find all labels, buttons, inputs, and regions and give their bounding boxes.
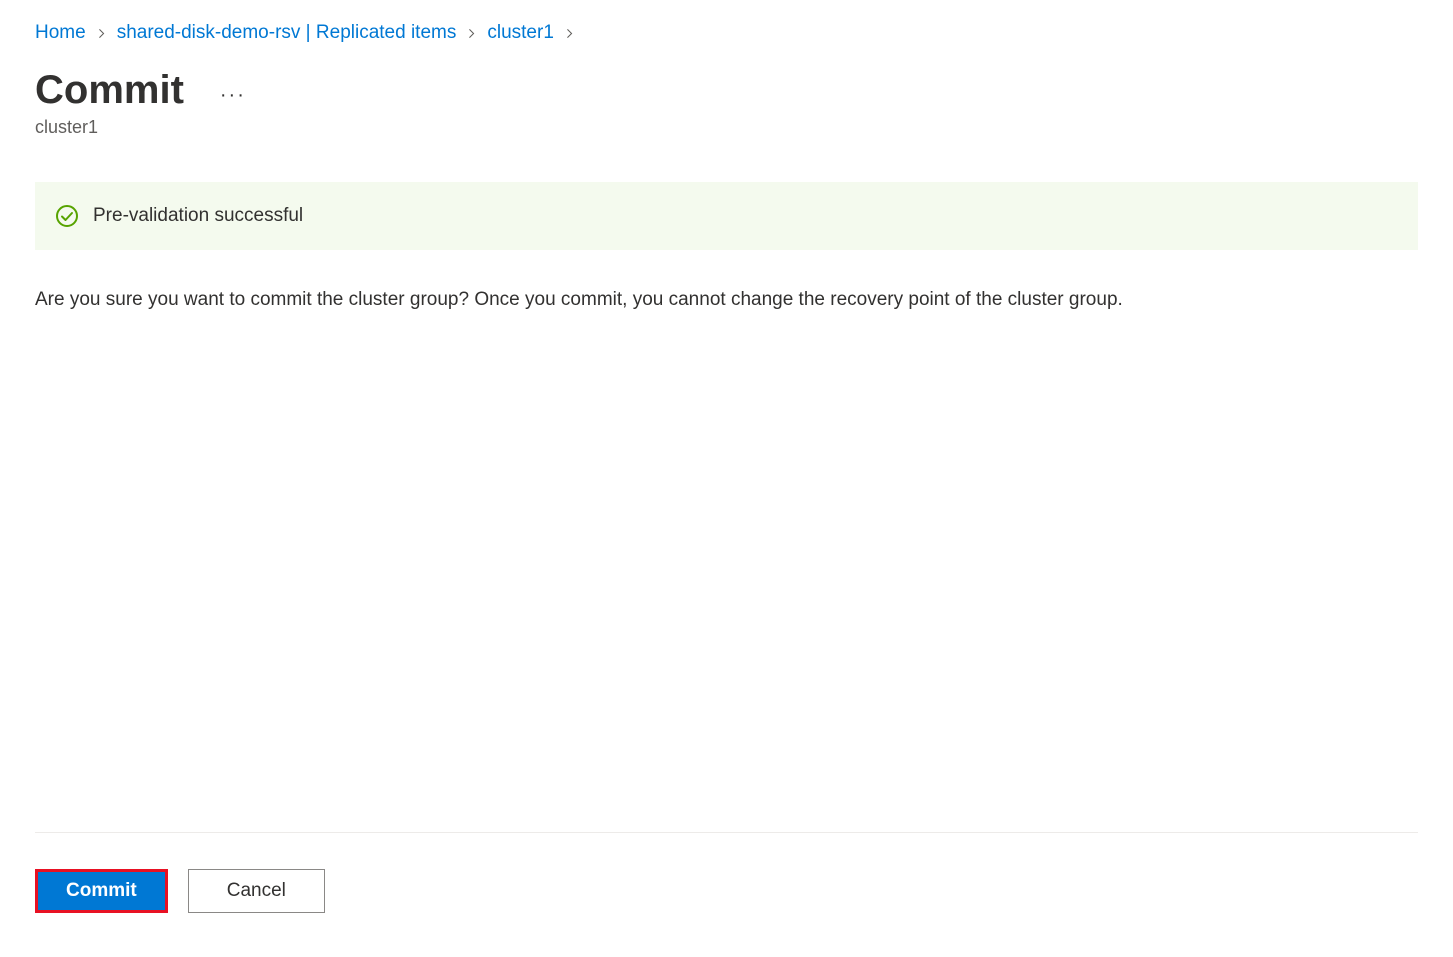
breadcrumb: Home shared-disk-demo-rsv | Replicated i… xyxy=(35,22,1418,44)
chevron-right-icon xyxy=(564,28,575,39)
confirmation-text: Are you sure you want to commit the clus… xyxy=(35,286,1418,315)
page-title: Commit xyxy=(35,68,184,113)
status-banner: Pre-validation successful xyxy=(35,182,1418,250)
breadcrumb-vault[interactable]: shared-disk-demo-rsv | Replicated items xyxy=(117,22,457,44)
breadcrumb-cluster[interactable]: cluster1 xyxy=(487,22,554,44)
page-title-row: Commit ··· xyxy=(35,68,1418,113)
footer: Commit Cancel xyxy=(35,832,1418,913)
breadcrumb-home[interactable]: Home xyxy=(35,22,86,44)
more-options-button[interactable]: ··· xyxy=(220,74,246,107)
commit-button[interactable]: Commit xyxy=(35,869,168,913)
button-row: Commit Cancel xyxy=(35,869,1418,913)
chevron-right-icon xyxy=(466,28,477,39)
check-circle-icon xyxy=(55,204,79,228)
footer-divider xyxy=(35,832,1418,833)
cancel-button[interactable]: Cancel xyxy=(188,869,325,913)
chevron-right-icon xyxy=(96,28,107,39)
page-subtitle: cluster1 xyxy=(35,117,1418,138)
status-message: Pre-validation successful xyxy=(93,205,303,227)
